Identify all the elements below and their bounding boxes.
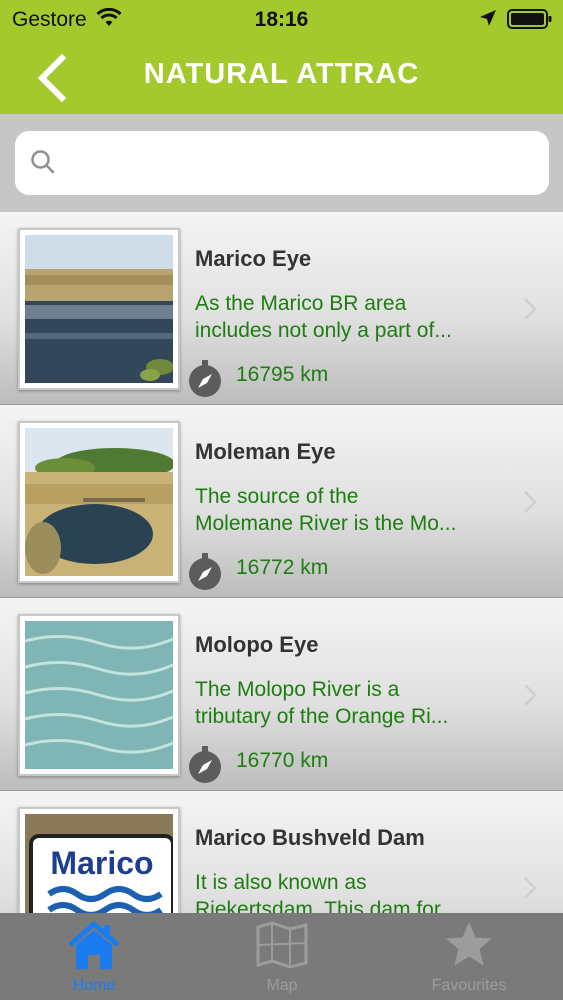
search-bar-container (0, 114, 563, 212)
page-title: NATURAL ATTRAC (143, 58, 420, 90)
attraction-distance: 16770 km (236, 749, 329, 772)
status-bar: Gestore 18:16 (0, 0, 563, 40)
battery-icon (507, 9, 553, 35)
chevron-right-icon (522, 489, 538, 520)
star-icon (375, 919, 563, 976)
tab-label: Home (72, 977, 116, 994)
attraction-description: The source of the Molemane River is the … (195, 485, 457, 535)
attraction-thumbnail (18, 614, 180, 776)
tab-bar: Home Map Favourites (0, 913, 563, 1000)
list-item[interactable]: Marico Eye As the Marico BR area include… (0, 212, 563, 405)
list-item[interactable]: Molopo Eye The Molopo River is a tributa… (0, 598, 563, 791)
chevron-right-icon (522, 875, 538, 906)
attraction-name: Molopo Eye (195, 632, 319, 657)
attraction-description: As the Marico BR area includes not only … (195, 292, 452, 342)
attraction-thumbnail (18, 228, 180, 390)
attraction-description: The Molopo River is a tributary of the O… (195, 678, 449, 728)
home-icon (0, 919, 188, 976)
list-item[interactable]: Marico Marico Bushveld Dam It is also kn… (0, 791, 563, 914)
tab-label: Map (266, 977, 298, 994)
attraction-name: Marico Eye (195, 246, 312, 271)
compass-icon (188, 360, 222, 403)
chevron-right-icon (522, 682, 538, 713)
svg-text:Marico: Marico (50, 845, 153, 881)
app-header: Gestore 18:16 NATURAL ATTRAC (0, 0, 563, 114)
list-item[interactable]: Moleman Eye The source of the Molemane R… (0, 405, 563, 598)
attraction-thumbnail: Marico (18, 807, 180, 914)
tab-label: Favourites (431, 977, 507, 994)
tab-map[interactable]: Map (188, 913, 376, 1000)
attractions-list[interactable]: Marico Eye As the Marico BR area include… (0, 212, 563, 914)
tab-favourites[interactable]: Favourites (375, 913, 563, 1000)
attraction-description: It is also known as Riekertsdam. This da… (195, 871, 458, 914)
compass-icon (188, 746, 222, 789)
attraction-distance: 16772 km (236, 556, 329, 579)
compass-icon (188, 553, 222, 596)
chevron-right-icon (522, 296, 538, 327)
search-icon (30, 149, 56, 180)
attraction-name: Marico Bushveld Dam (195, 825, 425, 850)
attraction-distance: 16795 km (236, 363, 329, 386)
tab-home[interactable]: Home (0, 913, 188, 1000)
location-arrow-icon (478, 8, 498, 34)
attraction-name: Moleman Eye (195, 439, 336, 464)
search-input[interactable] (15, 131, 549, 195)
attraction-thumbnail (18, 421, 180, 583)
map-icon (188, 919, 376, 976)
